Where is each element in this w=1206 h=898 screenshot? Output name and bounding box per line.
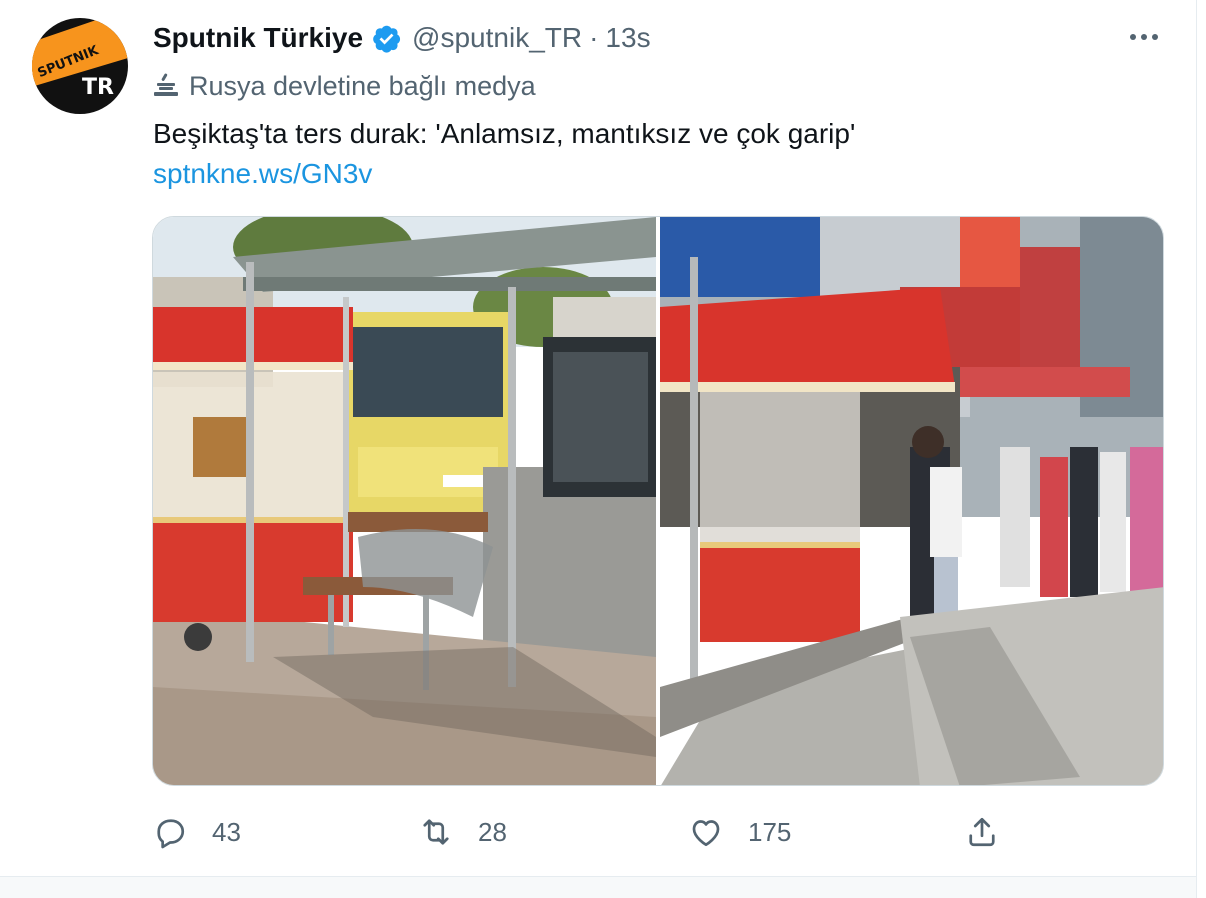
retweet-count: 28 <box>478 816 507 847</box>
media-grid <box>152 216 1164 786</box>
tweet-actions: 43 28 175 <box>0 808 1196 856</box>
more-options-icon[interactable] <box>1124 22 1164 52</box>
state-media-icon <box>153 71 179 101</box>
verified-badge-icon <box>371 23 402 54</box>
reply-button[interactable]: 43 <box>152 808 241 856</box>
state-media-label-text: Rusya devletine bağlı medya <box>189 70 536 101</box>
tweet-card: SPUTNIK TR Sputnik Türkiye @sputnik_TR ·… <box>0 0 1206 898</box>
display-name[interactable]: Sputnik Türkiye <box>153 22 363 54</box>
header-separator: · <box>589 22 599 53</box>
retweet-icon <box>423 819 449 845</box>
reply-icon <box>157 819 185 849</box>
photo-bus-stop[interactable] <box>153 217 656 785</box>
user-handle[interactable]: @sputnik_TR <box>412 22 582 54</box>
state-media-label[interactable]: Rusya devletine bağlı medya <box>153 68 536 104</box>
like-icon <box>692 820 720 847</box>
photo-crowd[interactable] <box>660 217 1163 785</box>
reply-count: 43 <box>212 816 241 847</box>
avatar-region-text: TR <box>82 75 114 100</box>
like-count: 175 <box>748 816 792 847</box>
retweet-button[interactable]: 28 <box>418 808 507 856</box>
tweet-link[interactable]: sptnkne.ws/GN3v <box>153 154 372 194</box>
next-tweet-edge <box>0 876 1196 898</box>
sputnik-tr-logo: SPUTNIK TR <box>32 18 128 114</box>
like-button[interactable]: 175 <box>688 808 791 856</box>
tweet-header: Sputnik Türkiye @sputnik_TR · 13s <box>153 20 651 56</box>
share-button[interactable] <box>964 808 1000 856</box>
tweet-text: Beşiktaş'ta ters durak: 'Anlamsız, mantı… <box>153 118 856 149</box>
tweet-timestamp[interactable]: 13s <box>605 22 650 54</box>
share-icon <box>969 817 995 847</box>
avatar[interactable]: SPUTNIK TR <box>32 18 128 114</box>
column-divider <box>1196 0 1197 898</box>
